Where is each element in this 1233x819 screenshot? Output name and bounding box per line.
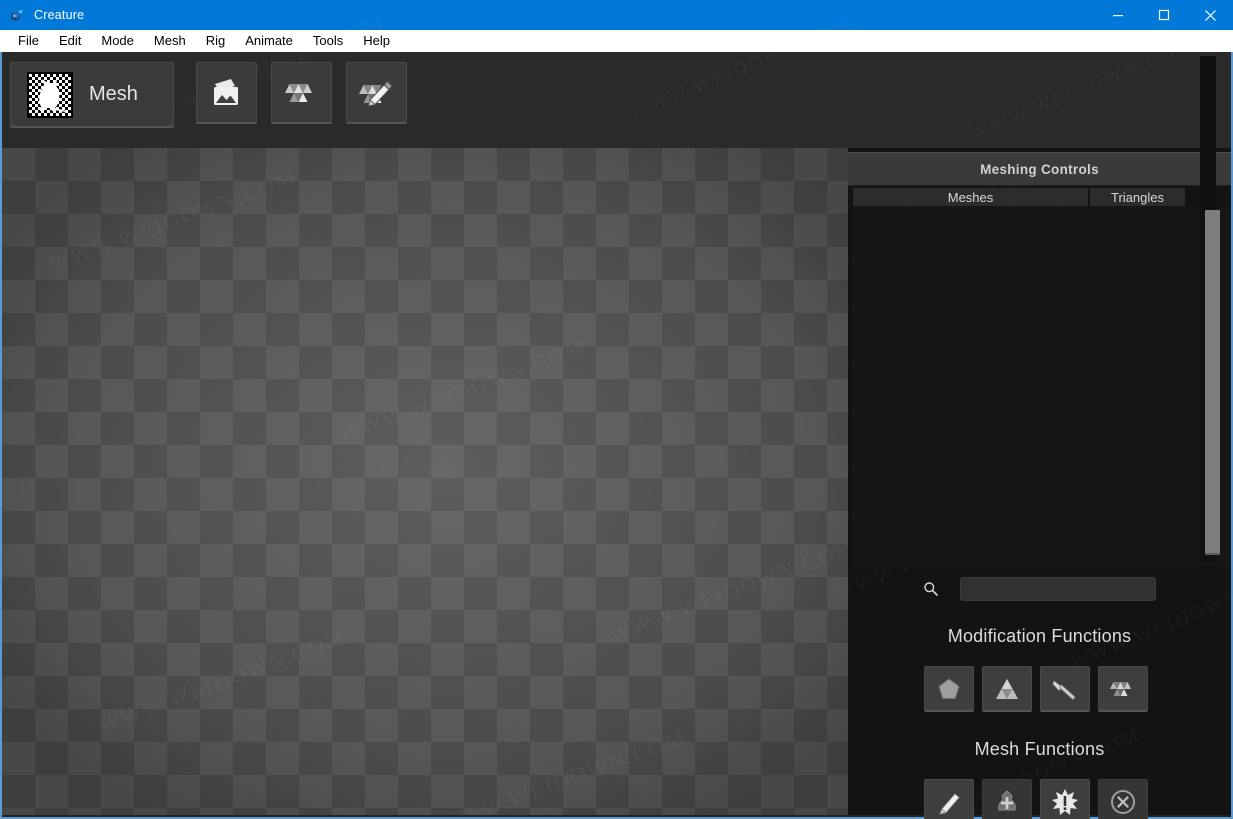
tab-meshes-label: Meshes: [947, 189, 994, 205]
mesh-functions-title: Mesh Functions: [974, 739, 1105, 759]
menu-item-mode[interactable]: Mode: [91, 31, 144, 51]
search-input[interactable]: [960, 577, 1156, 601]
watermark: WWW.WEIDOWN.COM: [335, 334, 589, 448]
search-icon: [920, 578, 942, 600]
close-button[interactable]: [1187, 0, 1233, 30]
creature-app-icon: [9, 7, 25, 23]
triangles-icon: [284, 83, 312, 102]
load-image-button[interactable]: [196, 62, 257, 124]
pencil-icon: [939, 792, 960, 815]
mesh-list-scrollbar-thumb[interactable]: [1205, 210, 1220, 555]
maximize-icon: [1158, 9, 1170, 21]
subdivide-triangle-button[interactable]: [982, 666, 1032, 712]
panel-tabs: Meshes Triangles: [853, 188, 1231, 206]
watermark: WWW.WEIDOWN.COM: [45, 164, 299, 278]
canvas-vignette: [2, 148, 848, 815]
tab-triangles-label: Triangles: [1111, 189, 1164, 205]
add-point-icon: [998, 789, 1016, 810]
menu-item-mesh[interactable]: Mesh: [144, 31, 196, 51]
pentagon-region-button[interactable]: [924, 666, 974, 712]
menu-item-rig[interactable]: Rig: [196, 31, 236, 51]
x-circle-icon: [1111, 789, 1135, 814]
hammer-tool-button[interactable]: [1040, 666, 1090, 712]
retriangulate-button[interactable]: [1098, 666, 1148, 712]
mesh-list-grid: [853, 206, 1231, 566]
draw-mesh-button[interactable]: [924, 779, 974, 819]
search-row: [920, 575, 1220, 603]
mesh-list[interactable]: [853, 206, 1231, 566]
watermark: WWW.WEIDOWN.COM: [605, 534, 848, 648]
creature-app-window: Creature File Edit Mode Mesh Rig Animate…: [0, 0, 1233, 819]
tab-triangles[interactable]: Triangles: [1090, 188, 1185, 206]
burst-exclaim-icon: [1052, 788, 1078, 815]
modification-functions-row: [924, 666, 1156, 712]
menu-item-tools[interactable]: Tools: [303, 31, 353, 51]
image-folder-icon: [213, 78, 238, 105]
triangles-icon: [1110, 681, 1131, 696]
main-toolbar: WWW.WEIDOWN.COM WWW.WEIDOWN.COM WWW.WEID…: [2, 52, 1231, 148]
triangles-pencil-icon: [358, 80, 393, 107]
maximize-button[interactable]: [1141, 0, 1187, 30]
meshing-controls-panel: WWW.WEIDOWN.COM WWW.WEIDOWN.COM WWW.WEID…: [848, 148, 1231, 819]
mesh-canvas[interactable]: WWW.WEIDOWN.COM WWW.WEIDOWN.COM WWW.WEID…: [2, 148, 848, 815]
triangle-subdivide-icon: [996, 678, 1018, 699]
title-bar: Creature: [0, 0, 1233, 30]
modification-functions-title: Modification Functions: [947, 626, 1132, 646]
minimize-icon: [1113, 15, 1123, 17]
minimize-button[interactable]: [1095, 0, 1141, 30]
close-icon: [1204, 9, 1216, 21]
pentagon-icon: [938, 677, 960, 699]
menu-item-file[interactable]: File: [8, 31, 49, 51]
add-point-button[interactable]: [982, 779, 1032, 819]
generate-mesh-button[interactable]: [271, 62, 332, 124]
cat-silhouette-thumbnail-icon: [27, 71, 73, 118]
menu-bar: File Edit Mode Mesh Rig Animate Tools He…: [0, 30, 1233, 52]
mode-mesh-label: Mesh: [89, 83, 138, 105]
window-title: Creature: [34, 8, 85, 22]
watermark: WWW.WEIDOWN.COM: [435, 724, 689, 815]
menu-item-help[interactable]: Help: [353, 31, 400, 51]
panel-header: Meshing Controls: [848, 152, 1231, 186]
mode-mesh-button[interactable]: Mesh: [10, 62, 174, 128]
menu-item-edit[interactable]: Edit: [49, 31, 91, 51]
delete-mesh-button[interactable]: [1098, 779, 1148, 819]
mesh-functions-row: [924, 779, 1156, 819]
menu-item-animate[interactable]: Animate: [235, 31, 303, 51]
tab-meshes[interactable]: Meshes: [853, 188, 1088, 206]
edit-mesh-button[interactable]: [346, 62, 407, 124]
split-mesh-button[interactable]: [1040, 779, 1090, 819]
watermark: WWW.WEIDOWN.COM: [95, 624, 349, 738]
panel-title: Meshing Controls: [980, 161, 1099, 177]
hammer-icon: [1052, 679, 1076, 700]
